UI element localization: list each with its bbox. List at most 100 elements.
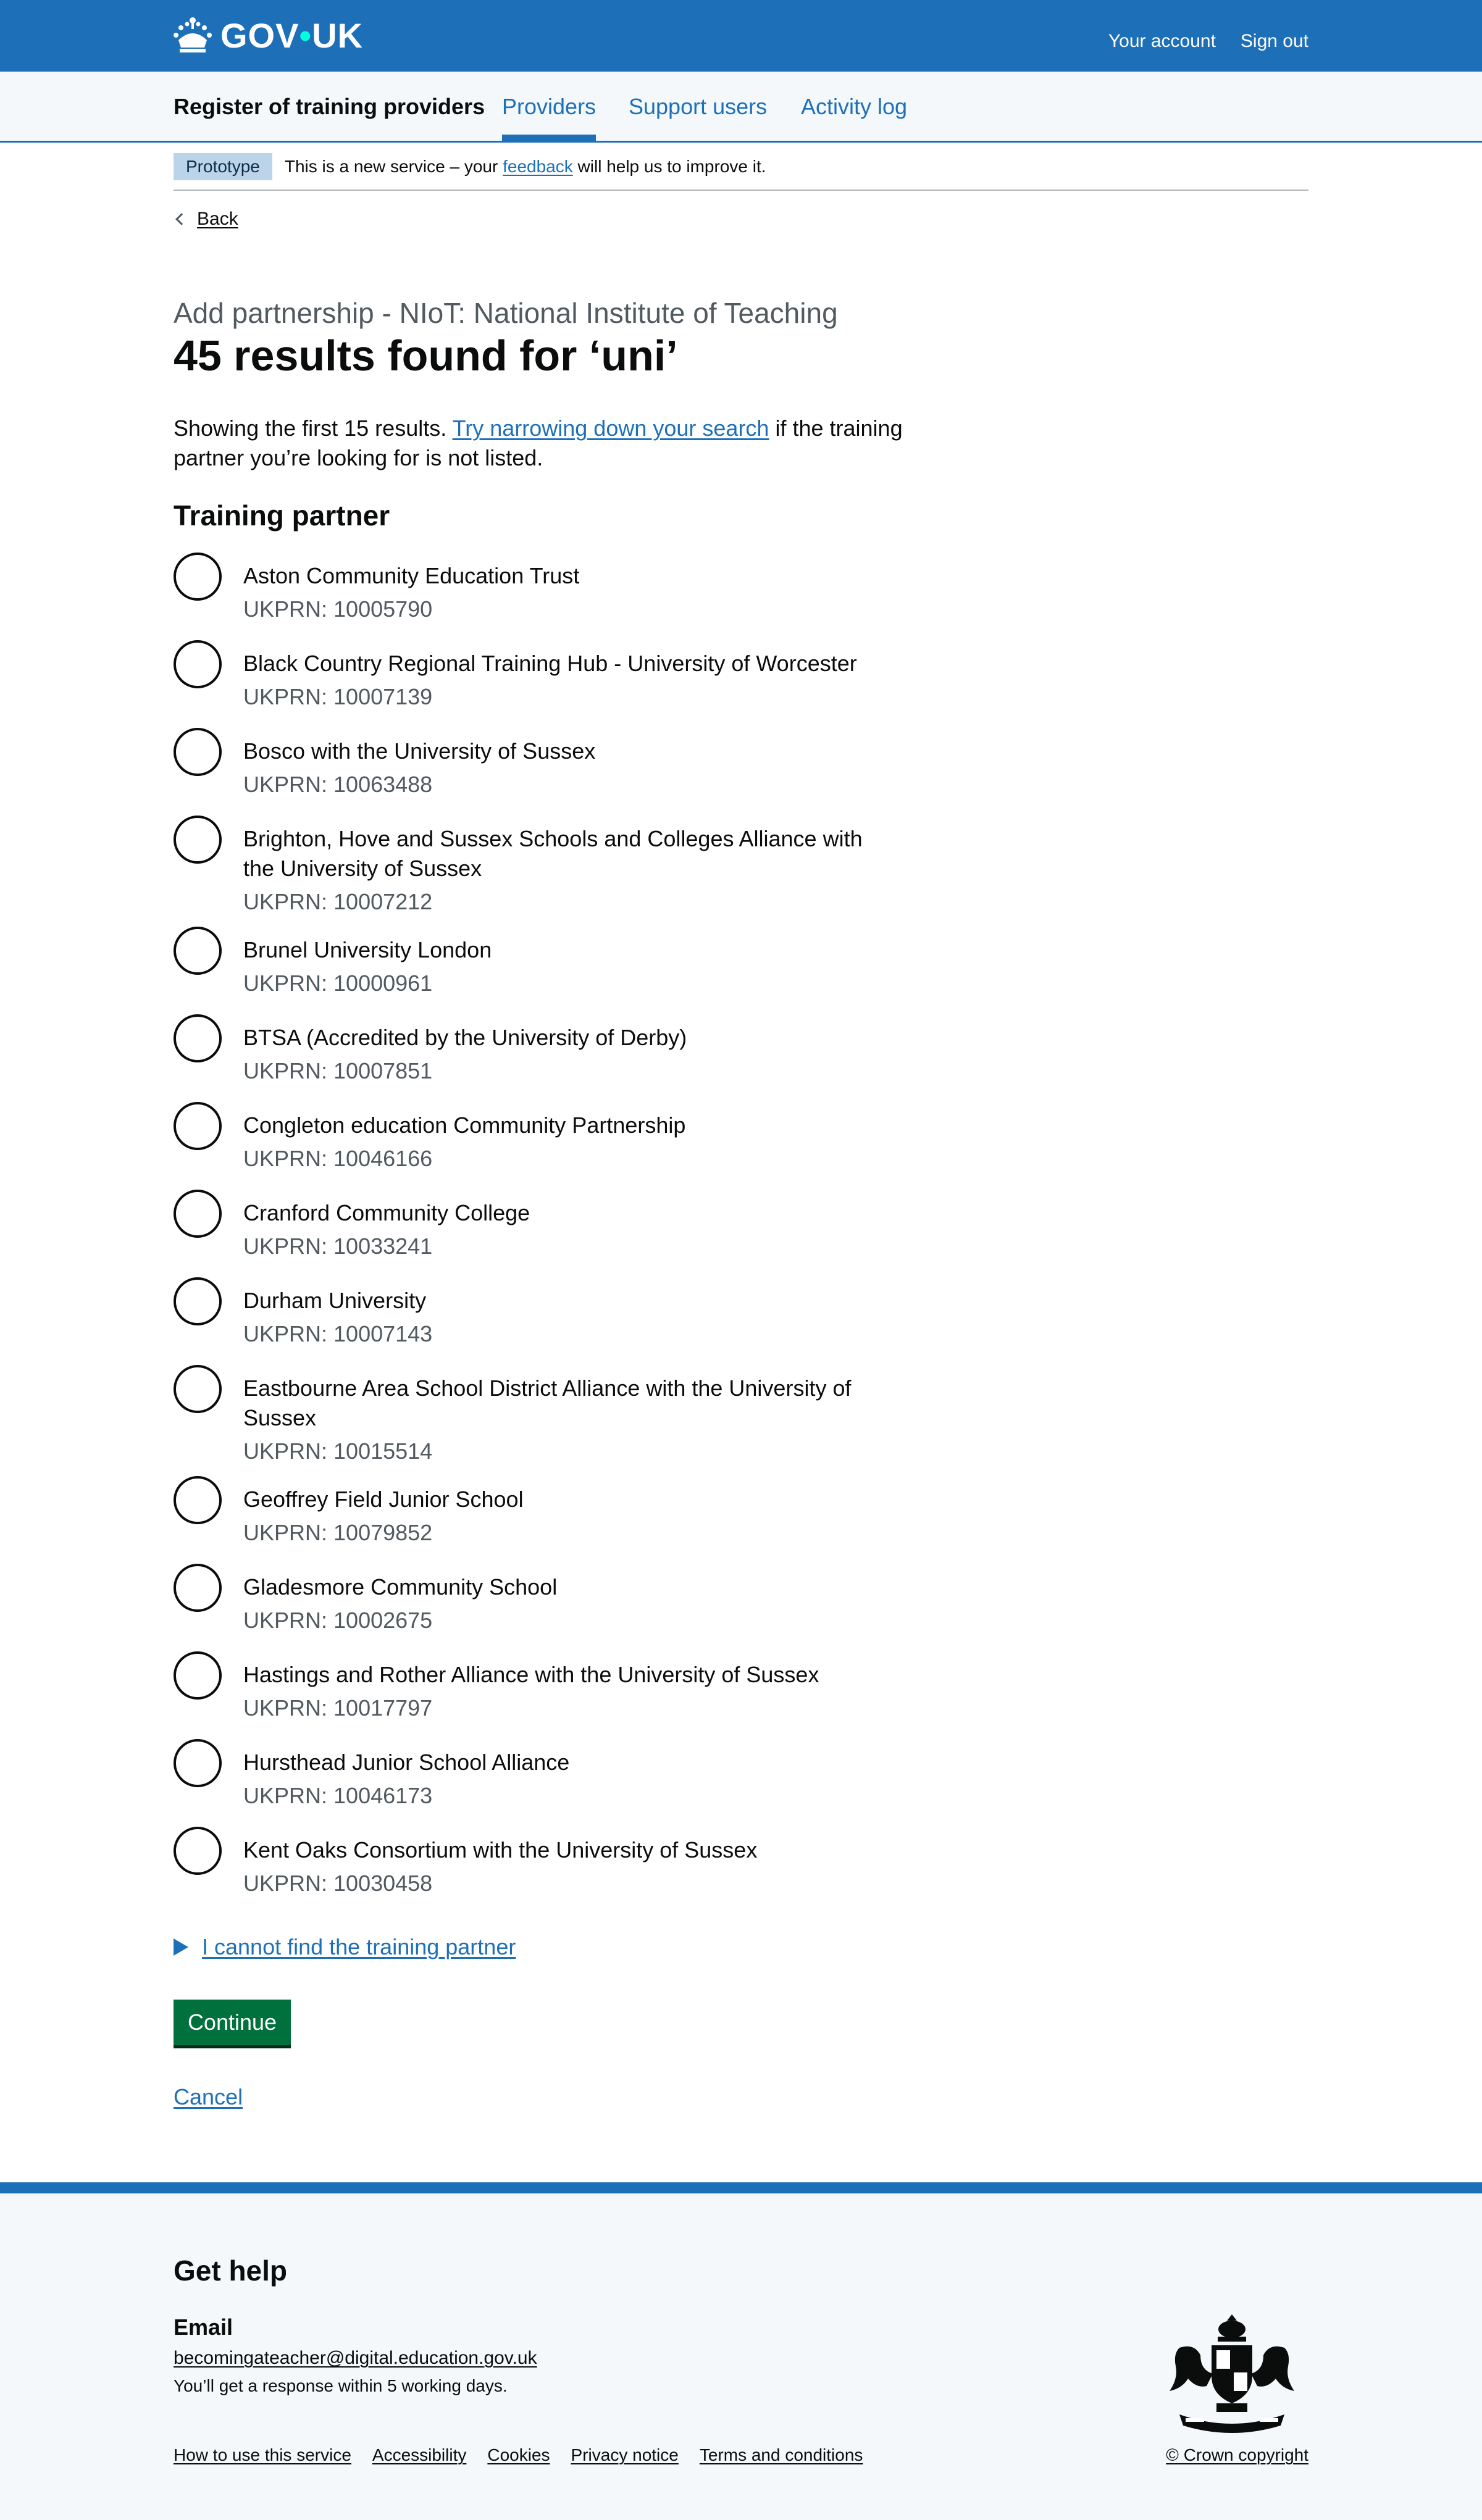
your-account-link[interactable]: Your account [1108,31,1216,52]
radio-item[interactable]: Bosco with the University of Sussex UKPRN… [174,728,915,816]
sign-out-link[interactable]: Sign out [1241,31,1308,52]
radio-button[interactable] [174,1651,222,1700]
results-description: Showing the first 15 results. Try narrow… [174,415,903,470]
feedback-link[interactable]: feedback [503,157,573,176]
radio-label[interactable]: Bosco with the University of Sussex [243,736,898,766]
govuk-header: GOV•UK Your account Sign out [0,0,1482,72]
back-link-container: Back [174,209,238,230]
prototype-tag: Prototype [174,153,272,180]
radio-hint: UKPRN: 10046166 [243,1146,433,1171]
back-link[interactable]: Back [197,209,238,230]
footer-link-privacy[interactable]: Privacy notice [571,2445,679,2465]
radio-item[interactable]: Black Country Regional Training Hub - Un… [174,640,915,728]
footer-link-how-to-use[interactable]: How to use this service [174,2445,351,2465]
footer-email-heading: Email [174,2314,233,2340]
radio-item[interactable]: Hastings and Rother Alliance with the Un… [174,1651,915,1739]
radio-label[interactable]: Brighton, Hove and Sussex Schools and Co… [243,824,898,883]
narrow-search-link[interactable]: Try narrowing down your search [453,415,769,441]
radio-hint: UKPRN: 10007143 [243,1321,433,1346]
footer-link-terms[interactable]: Terms and conditions [700,2445,863,2465]
radio-label[interactable]: Gladesmore Community School [243,1572,898,1602]
radio-item[interactable]: Durham University UKPRN: 10007143 [174,1277,915,1365]
radio-item[interactable]: Eastbourne Area School District Alliance… [174,1365,915,1476]
radio-hint: UKPRN: 10079852 [243,1520,433,1545]
page-caption: Add partnership - NIoT: National Institu… [174,297,838,329]
radio-button[interactable] [174,1277,222,1325]
radio-item[interactable]: Kent Oaks Consortium with the University… [174,1827,915,1914]
radio-label[interactable]: Cranford Community College [243,1198,898,1228]
nav-item-support-users[interactable]: Support users [629,94,767,120]
radio-label[interactable]: BTSA (Accredited by the University of De… [243,1023,898,1053]
radio-item[interactable]: Brighton, Hove and Sussex Schools and Co… [174,816,915,927]
footer-links: How to use this service Accessibility Co… [174,2445,863,2465]
crown-icon [174,17,212,52]
radio-item[interactable]: Congleton education Community Partnershi… [174,1102,915,1190]
training-partner-radios: Aston Community Education Trust UKPRN: 10… [174,553,915,1914]
radio-label[interactable]: Kent Oaks Consortium with the University… [243,1835,898,1865]
radio-label[interactable]: Hursthead Junior School Alliance [243,1748,898,1777]
fieldset-legend: Training partner [174,499,390,532]
govuk-logo[interactable]: GOV•UK [174,14,363,57]
radio-button[interactable] [174,1564,222,1612]
radio-hint: UKPRN: 10063488 [243,772,433,797]
cannot-find-partner-link[interactable]: I cannot find the training partner [202,1934,516,1960]
radio-item[interactable]: Aston Community Education Trust UKPRN: 10… [174,553,915,640]
royal-coat-of-arms-icon [1170,2314,1294,2433]
radio-button[interactable] [174,640,222,688]
radio-label[interactable]: Durham University [243,1286,898,1316]
radio-label[interactable]: Brunel University London [243,935,898,965]
phase-banner: Prototype This is a new service – your f… [174,144,1308,191]
radio-hint: UKPRN: 10017797 [243,1695,433,1721]
phase-banner-text: This is a new service – your feedback wi… [284,157,766,176]
radio-item[interactable]: Gladesmore Community School UKPRN: 100026… [174,1564,915,1651]
radio-item[interactable]: Brunel University London UKPRN: 10000961 [174,927,915,1014]
radio-button[interactable] [174,553,222,601]
radio-hint: UKPRN: 10030458 [243,1871,433,1896]
radio-item[interactable]: Geoffrey Field Junior School UKPRN: 10079… [174,1476,915,1564]
radio-hint: UKPRN: 10033241 [243,1233,433,1259]
chevron-left-icon [175,213,188,225]
service-navigation: Register of training providers Providers… [0,72,1482,143]
govuk-logo-text: GOV•UK [220,15,363,55]
details-summary[interactable]: I cannot find the training partner [174,1934,516,1960]
radio-item[interactable]: BTSA (Accredited by the University of De… [174,1014,915,1102]
radio-label[interactable]: Aston Community Education Trust [243,561,898,591]
footer-link-cookies[interactable]: Cookies [487,2445,550,2465]
radio-button[interactable] [174,1739,222,1787]
triangle-right-icon [174,1938,188,1956]
radio-button[interactable] [174,927,222,975]
radio-item[interactable]: Hursthead Junior School Alliance UKPRN: 1… [174,1739,915,1827]
radio-button[interactable] [174,1102,222,1150]
footer-title: Get help [174,2255,288,2287]
radio-hint: UKPRN: 10000961 [243,970,433,996]
radio-label[interactable]: Eastbourne Area School District Alliance… [243,1374,898,1433]
footer: Get help Email becomingateacher@digital.… [0,2182,1482,2520]
radio-label[interactable]: Hastings and Rother Alliance with the Un… [243,1660,898,1690]
radio-item[interactable]: Cranford Community College UKPRN: 1003324… [174,1190,915,1277]
crown-copyright-link[interactable]: © Crown copyright [1166,2445,1308,2465]
response-time-text: You’ll get a response within 5 working d… [174,2376,508,2395]
radio-label[interactable]: Black Country Regional Training Hub - Un… [243,649,898,678]
radio-label[interactable]: Geoffrey Field Junior School [243,1485,898,1514]
radio-button[interactable] [174,816,222,864]
page-title: 45 results found for ‘uni’ [174,332,678,380]
nav-item-providers[interactable]: Providers [502,94,597,141]
cancel-link[interactable]: Cancel [174,2084,243,2110]
radio-label[interactable]: Congleton education Community Partnershi… [243,1111,898,1140]
continue-button[interactable]: Continue [174,2000,291,2045]
radio-button[interactable] [174,1190,222,1238]
radio-button[interactable] [174,728,222,776]
radio-hint: UKPRN: 10007139 [243,684,433,709]
radio-hint: UKPRN: 10007212 [243,889,433,914]
support-email-link[interactable]: becomingateacher@digital.education.gov.u… [174,2348,537,2369]
radio-button[interactable] [174,1014,222,1062]
radio-button[interactable] [174,1827,222,1875]
radio-hint: UKPRN: 10015514 [243,1438,433,1464]
service-name[interactable]: Register of training providers [174,94,485,120]
radio-button[interactable] [174,1476,222,1524]
footer-link-accessibility[interactable]: Accessibility [372,2445,466,2465]
radio-hint: UKPRN: 10007851 [243,1058,433,1083]
nav-item-activity-log[interactable]: Activity log [801,94,907,120]
radio-hint: UKPRN: 10002675 [243,1608,433,1633]
radio-button[interactable] [174,1365,222,1413]
